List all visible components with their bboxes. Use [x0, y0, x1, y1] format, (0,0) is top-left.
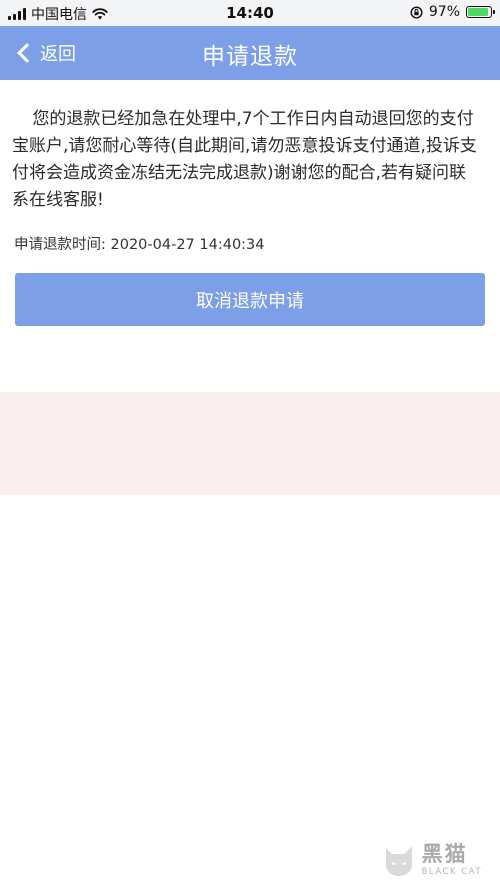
cancel-refund-button[interactable]: 取消退款申请: [15, 273, 485, 326]
status-right: 97%: [410, 4, 495, 20]
watermark-name-en: BLACK CAT: [421, 866, 482, 877]
orientation-lock-icon: [410, 5, 423, 19]
watermark-name-cn: 黑猫: [421, 841, 468, 866]
main-content: 您的退款已经加急在处理中,7个工作日内自动退回您的支付宝账户,请您耐心等待(自此…: [0, 80, 500, 254]
navigation-bar: 返回 申请退款: [0, 26, 500, 80]
refund-time-row: 申请退款时间: 2020-04-27 14:40:34: [14, 233, 500, 254]
black-cat-watermark: 黑猫 BLACK CAT: [382, 842, 482, 878]
refund-time-value: 2020-04-27 14:40:34: [110, 237, 265, 253]
status-bar: 中国电信 14:40 97%: [0, 0, 500, 26]
battery-charging-icon: [466, 6, 495, 18]
battery-percent: 97%: [428, 4, 460, 20]
refund-message: 您的退款已经加急在处理中,7个工作日内自动退回您的支付宝账户,请您耐心等待(自此…: [12, 109, 477, 210]
black-cat-logo-icon: [385, 846, 412, 876]
page-title: 申请退款: [202, 44, 298, 70]
empty-banner-area: [0, 392, 500, 495]
refund-time-label: 申请退款时间:: [14, 237, 106, 253]
